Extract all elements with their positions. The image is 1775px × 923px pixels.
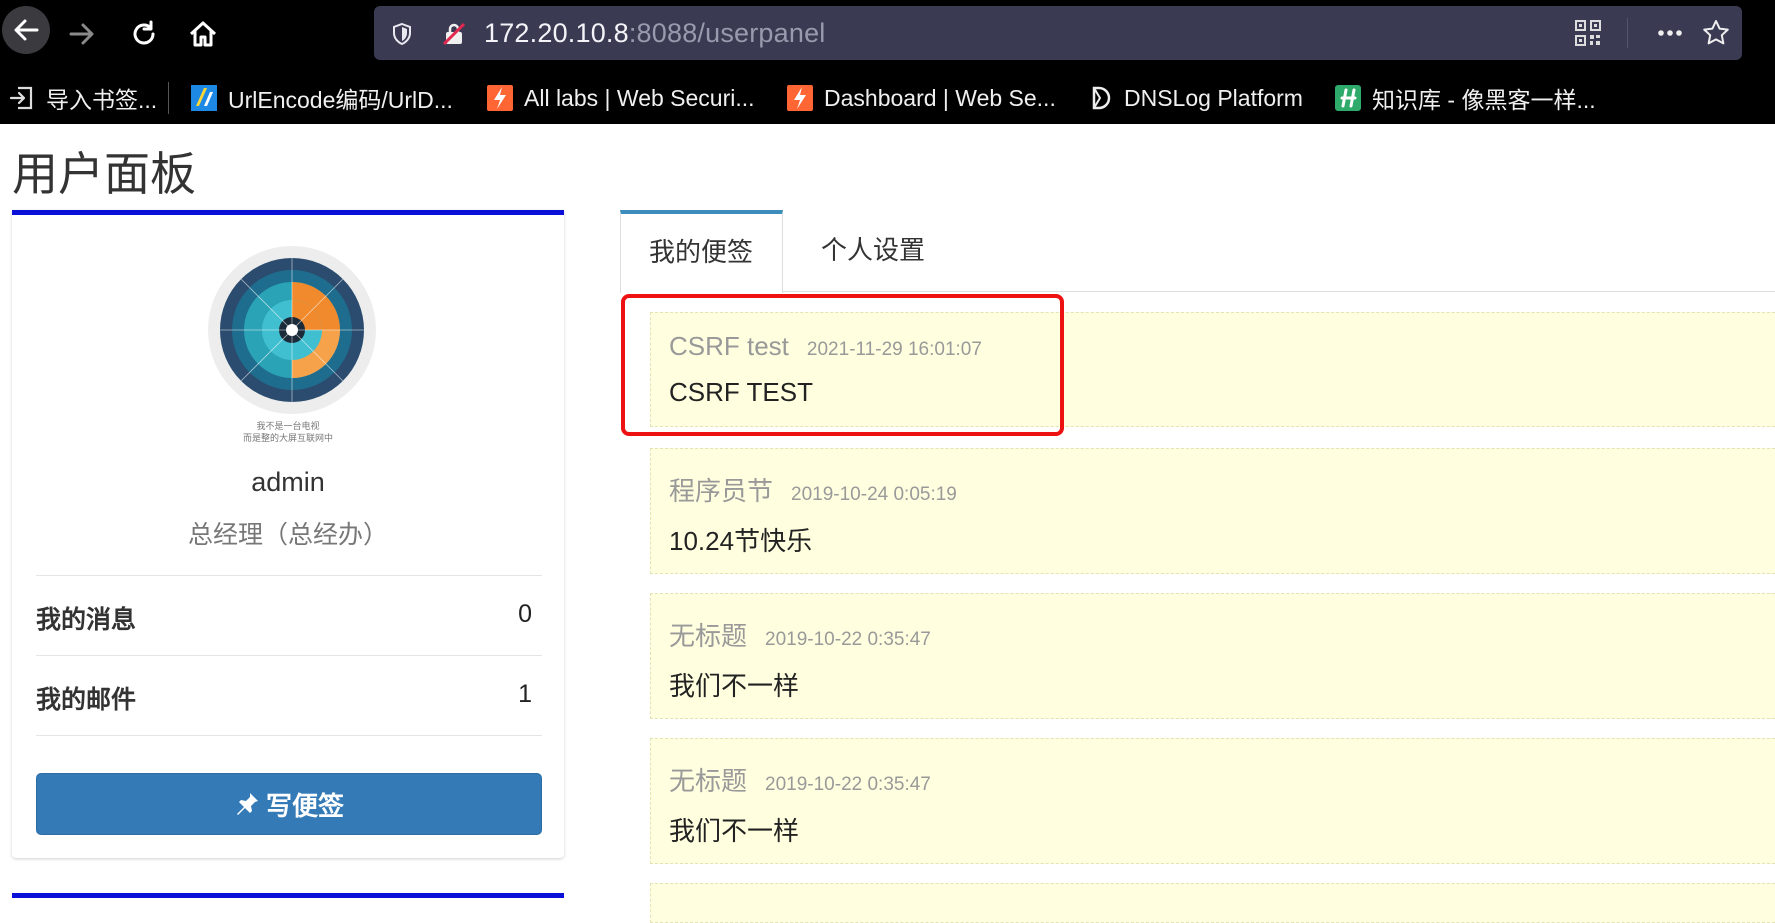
home-button[interactable] <box>183 14 223 54</box>
bookmark-import[interactable]: 导入书签... <box>8 82 157 114</box>
note-title: 无标题 <box>669 621 748 651</box>
note-item[interactable]: 无标题 2019-10-22 0:35:47 我们不一样 <box>650 593 1775 719</box>
user-role: 总经理（总经办） <box>187 521 388 549</box>
forward-button[interactable] <box>62 14 102 54</box>
page-title: 用户面板 <box>12 148 196 200</box>
avatar <box>208 246 376 414</box>
arrow-left-icon <box>14 19 39 41</box>
site-favicon <box>191 85 217 111</box>
note-body: 我们不一样 <box>669 816 800 846</box>
bookmark-label: Dashboard | Web Se... <box>824 84 1056 111</box>
tab-bar: 我的便签 个人设置 <box>620 210 1775 293</box>
reload-button[interactable] <box>124 14 164 54</box>
avatar-caption: 而是整的大屏互联网中 <box>242 433 333 443</box>
pushpin-icon <box>236 793 258 815</box>
url-host: 172.20.10.8 <box>484 18 629 48</box>
note-time: 2019-10-24 0:05:19 <box>791 484 957 505</box>
shield-icon[interactable] <box>390 22 414 46</box>
second-card-top <box>12 893 564 898</box>
stat-count: 1 <box>518 680 532 708</box>
note-title-line: 程序员节 2019-10-24 0:05:19 <box>669 471 957 508</box>
note-item[interactable]: 程序员节 2019-10-24 0:05:19 10.24节快乐 <box>650 448 1775 574</box>
url-text[interactable]: 172.20.10.8:8088/userpanel <box>484 6 826 60</box>
write-note-label: 写便签 <box>265 790 344 821</box>
qr-code-icon[interactable] <box>1574 19 1602 47</box>
bookmark-dnslog[interactable]: DNSLog Platform <box>1086 82 1303 114</box>
write-note-button[interactable]: 写便签 <box>36 773 542 835</box>
note-time: 2019-10-22 0:35:47 <box>765 629 931 650</box>
browser-chrome: 172.20.10.8:8088/userpanel 导入书签... UrlEn… <box>0 0 1775 124</box>
stat-row-mail[interactable]: 我的邮件 1 <box>36 655 542 735</box>
note-title-line: 无标题 2019-10-22 0:35:47 <box>669 761 931 798</box>
browser-toolbar: 172.20.10.8:8088/userpanel <box>0 0 1775 68</box>
note-title: 程序员节 <box>669 476 774 506</box>
note-title-line: 无标题 2019-10-22 0:35:47 <box>669 616 931 653</box>
bookmark-label: UrlEncode编码/UrlD... <box>228 87 453 113</box>
portswigger-favicon <box>787 85 813 111</box>
stat-label: 我的邮件 <box>36 686 137 714</box>
insecure-lock-icon[interactable] <box>442 22 466 46</box>
note-item[interactable] <box>650 883 1775 923</box>
import-icon <box>9 86 33 110</box>
bookmark-label: All labs | Web Securi... <box>524 84 755 111</box>
h-favicon <box>1335 85 1361 111</box>
bookmarks-separator <box>168 82 169 114</box>
bookmark-label: DNSLog Platform <box>1124 84 1303 111</box>
bookmark-urlencode[interactable]: UrlEncode编码/UrlD... <box>190 82 453 114</box>
bookmark-label: 导入书签... <box>46 87 158 113</box>
url-bar[interactable]: 172.20.10.8:8088/userpanel <box>374 6 1742 60</box>
divider <box>36 735 542 736</box>
bookmark-dashboard[interactable]: Dashboard | Web Se... <box>786 82 1056 114</box>
tab-my-notes[interactable]: 我的便签 <box>620 210 783 293</box>
note-time: 2019-10-22 0:35:47 <box>765 774 931 795</box>
tab-personal-settings[interactable]: 个人设置 <box>793 210 953 292</box>
stat-label: 我的消息 <box>36 606 137 634</box>
more-actions-icon[interactable] <box>1656 19 1684 47</box>
bookmark-label: 知识库 - 像黑客一样... <box>1372 87 1596 113</box>
back-button[interactable] <box>2 6 50 54</box>
url-path: :8088/userpanel <box>628 18 826 48</box>
arrow-right-icon <box>69 23 94 45</box>
url-bar-divider <box>1627 18 1628 48</box>
stat-count: 0 <box>518 600 532 628</box>
home-icon <box>189 21 217 47</box>
bookmark-all-labs[interactable]: All labs | Web Securi... <box>486 82 755 114</box>
bookmarks-bar: 导入书签... UrlEncode编码/UrlD... All labs | W… <box>0 76 1775 120</box>
dnslog-favicon <box>1092 86 1111 110</box>
bookmark-knowledge-base[interactable]: 知识库 - 像黑客一样... <box>1334 82 1596 114</box>
stat-row-messages[interactable]: 我的消息 0 <box>36 575 542 655</box>
portswigger-favicon <box>487 85 513 111</box>
reload-icon <box>133 20 155 45</box>
username: admin <box>251 467 325 497</box>
note-body: 10.24节快乐 <box>669 526 813 556</box>
bookmark-star-icon[interactable] <box>1702 19 1730 47</box>
profile-card: 我不是一台电视 而是整的大屏互联网中 admin 总经理（总经办） 我的消息 0… <box>12 210 564 858</box>
highlight-box <box>621 294 1064 436</box>
note-title: 无标题 <box>669 766 748 796</box>
note-item[interactable]: 无标题 2019-10-22 0:35:47 我们不一样 <box>650 738 1775 864</box>
note-body: 我们不一样 <box>669 671 800 701</box>
